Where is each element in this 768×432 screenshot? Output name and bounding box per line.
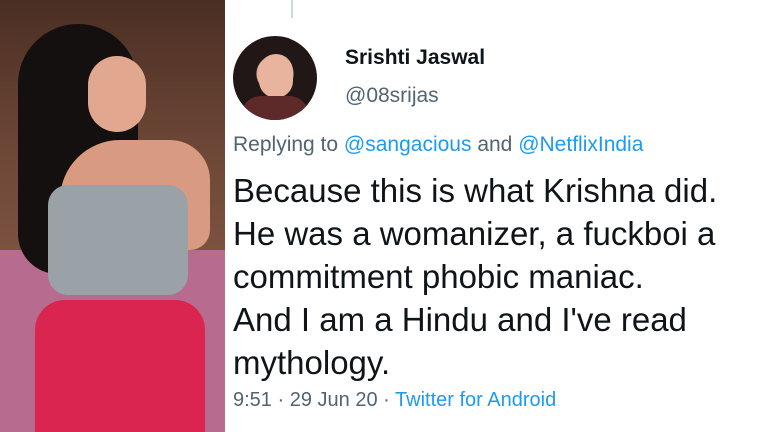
tweet-line: commitment phobic maniac. <box>233 258 644 295</box>
tweet-line: And I am a Hindu and I've read <box>233 301 687 338</box>
replying-connector: and <box>477 133 513 156</box>
side-photo <box>0 0 225 432</box>
replying-to: Replying to @sangacious and @NetflixIndi… <box>233 133 643 157</box>
tweet-card: Srishti Jaswal @08srijas Replying to @sa… <box>233 0 768 432</box>
user-handle[interactable]: @08srijas <box>345 84 439 108</box>
display-name[interactable]: Srishti Jaswal <box>345 46 485 70</box>
tweet-text: Because this is what Krishna did. He was… <box>233 169 768 384</box>
tweet-meta: 9:51 · 29 Jun 20 · Twitter for Android <box>233 389 556 412</box>
photo-face <box>88 56 146 132</box>
tweet-source-link[interactable]: Twitter for Android <box>395 389 556 411</box>
tweet-time[interactable]: 9:51 <box>233 389 272 411</box>
avatar[interactable] <box>233 36 317 120</box>
tweet-line: mythology. <box>233 344 391 381</box>
replying-prefix: Replying to <box>233 133 339 156</box>
tweet-date[interactable]: 29 Jun 20 <box>290 389 378 411</box>
photo-skirt <box>35 300 205 432</box>
photo-top-garment <box>48 185 188 295</box>
photo-divider <box>225 0 233 432</box>
meta-separator: · <box>383 389 390 411</box>
tweet-line: Because this is what Krishna did. <box>233 172 718 209</box>
tweet-line: He was a womanizer, a fuckboi a <box>233 215 716 252</box>
avatar-shirt <box>241 96 309 120</box>
mention-netflixindia[interactable]: @NetflixIndia <box>518 133 643 156</box>
meta-separator: · <box>277 389 285 411</box>
avatar-face <box>259 54 293 98</box>
mention-sangacious[interactable]: @sangacious <box>344 133 472 156</box>
thread-line <box>291 0 293 18</box>
